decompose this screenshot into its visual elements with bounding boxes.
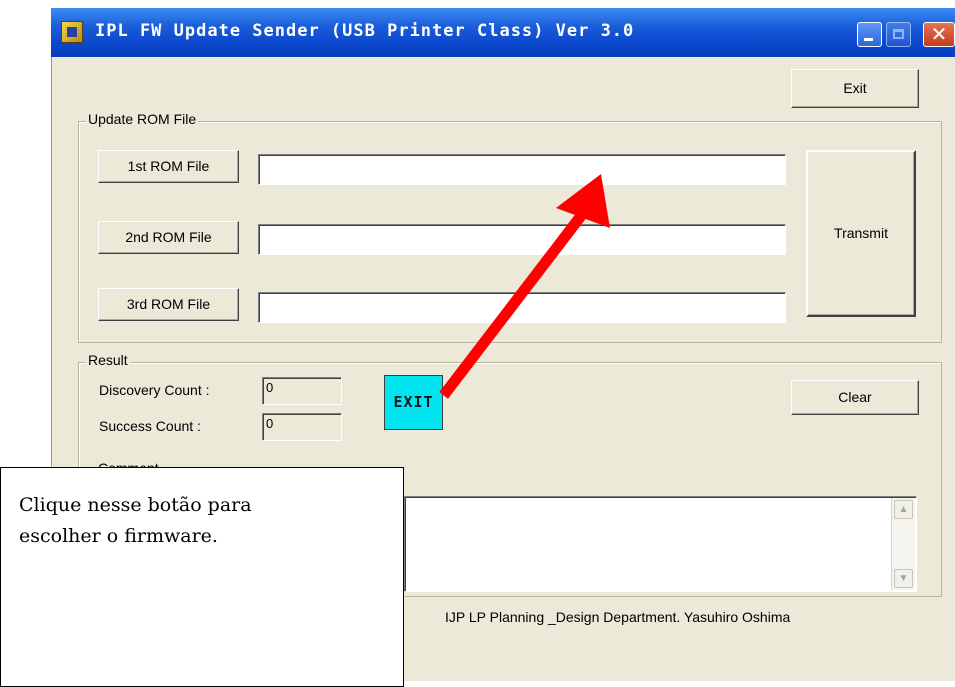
instruction-callout: Clique nesse botão para escolher o firmw… (0, 467, 404, 687)
callout-text: Clique nesse botão para escolher o firmw… (19, 494, 252, 547)
